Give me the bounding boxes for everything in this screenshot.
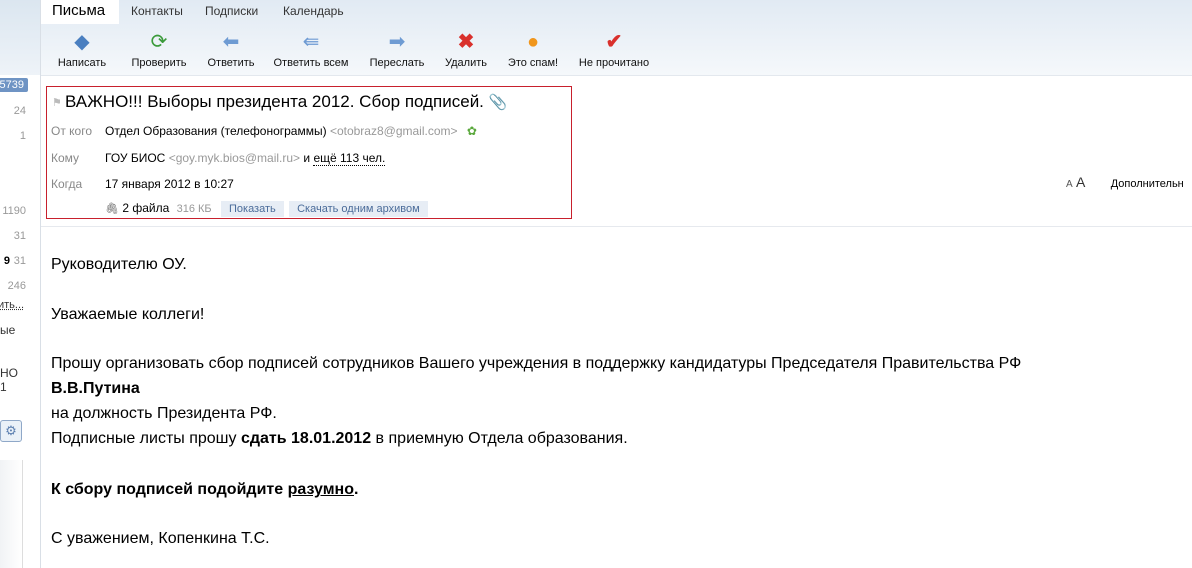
unread-icon: ✔ (605, 31, 623, 53)
body-line: Подписные листы прошу сдать 18.01.2012 в… (51, 430, 628, 447)
folder-count[interactable]: 1 (20, 130, 26, 142)
top-bar: Письма Контакты Подписки Календарь ◆ Нап… (41, 0, 1192, 76)
refresh-icon: ⟳ (150, 31, 168, 53)
spam-icon: ● (526, 31, 540, 53)
delete-icon: ✖ (457, 31, 475, 53)
emphasis-text: разумно (287, 481, 354, 498)
download-archive-button[interactable]: Скачать одним архивом (289, 201, 428, 217)
show-attachments-button[interactable]: Показать (220, 201, 284, 217)
folder-count[interactable]: 24 (14, 105, 26, 117)
compose-button[interactable]: ◆ Написать (53, 30, 111, 69)
spam-button[interactable]: ● Это спам! (503, 30, 563, 69)
folder-count[interactable]: 1190 (2, 205, 26, 217)
body-line: на должность Президента РФ. (51, 405, 277, 422)
message-subject: ВАЖНО!!! Выборы президента 2012. Сбор по… (65, 92, 508, 111)
body-line: Руководителю ОУ. (51, 256, 187, 273)
attachments-row: 🖇 2 файла 316 КБ Показать Скачать одним … (105, 201, 428, 217)
mark-unread-button[interactable]: ✔ Не прочитано (573, 30, 655, 69)
folder-label[interactable]: ые (0, 323, 26, 337)
forward-button[interactable]: ➡ Переслать (365, 30, 429, 69)
sender-email[interactable]: <otobraz8@gmail.com> (330, 124, 458, 138)
body-line: Прошу организовать сбор подписей сотрудн… (51, 355, 1022, 372)
header-divider (41, 226, 1192, 227)
attachments-count[interactable]: 2 файла (122, 201, 169, 215)
flag-icon[interactable]: ⚑ (52, 96, 62, 109)
attachments-size: 316 КБ (176, 203, 212, 215)
folder-count[interactable]: 31 (14, 255, 26, 267)
forward-icon: ➡ (388, 31, 406, 53)
tab-calendar[interactable]: Календарь (283, 0, 344, 22)
signature-line: С уважением, Копенкина Т.С. (51, 530, 270, 547)
reply-icon: ⬅ (222, 31, 240, 53)
sender-name[interactable]: Отдел Образования (телефонограммы) (105, 124, 327, 138)
ad-banner (0, 460, 23, 568)
body-line: К сбору подписей подойдите разумно. (51, 481, 359, 498)
deadline-text: сдать 18.01.2012 (240, 430, 372, 447)
to-label: Кому (51, 151, 80, 165)
reply-button[interactable]: ⬅ Ответить (203, 30, 259, 69)
folder-count[interactable]: 246 (8, 280, 26, 292)
recipient-email[interactable]: <goy.myk.bios@mail.ru> (169, 151, 300, 165)
more-recipients-link[interactable]: ещё 113 чел. (313, 151, 386, 166)
from-label: От кого (51, 124, 93, 138)
reply-all-button[interactable]: ⇚ Ответить всем (269, 30, 353, 69)
compose-icon: ◆ (74, 31, 90, 53)
recipient-name[interactable]: ГОУ БИОС (105, 151, 165, 165)
folder-link[interactable]: ить... (0, 299, 26, 311)
folder-sidebar: 5739 24 1 1190 31 9 31 246 ить... ые НО … (0, 0, 41, 568)
tab-letters[interactable]: Письма (41, 0, 119, 24)
attachment-icon: 📎 (488, 94, 508, 111)
delete-button[interactable]: ✖ Удалить (439, 30, 493, 69)
verified-sender-icon: ✿ (466, 124, 477, 138)
tab-contacts[interactable]: Контакты (131, 0, 183, 22)
settings-icon[interactable]: ⚙ (0, 420, 22, 442)
view-controls: А А Дополнительн (1066, 174, 1184, 190)
body-line: В.В.Путина (51, 380, 140, 397)
sender: Отдел Образования (телефонограммы) <otob… (105, 124, 477, 138)
date-label: Когда (51, 177, 83, 191)
reply-all-icon: ⇚ (302, 31, 320, 53)
folder-label[interactable]: НО 1 (0, 366, 26, 394)
tab-subscriptions[interactable]: Подписки (205, 0, 258, 22)
inbox-count[interactable]: 5739 (0, 78, 28, 92)
check-mail-button[interactable]: ⟳ Проверить (127, 30, 191, 69)
paperclip-icon: 🖇 (105, 203, 119, 215)
body-line: Уважаемые коллеги! (51, 306, 205, 323)
more-actions-link[interactable]: Дополнительн (1111, 178, 1184, 190)
font-larger-button[interactable]: А (1076, 174, 1085, 190)
folder-count[interactable]: 31 (14, 230, 26, 242)
recipients: ГОУ БИОС <goy.myk.bios@mail.ru> и ещё 11… (105, 151, 386, 166)
message-date: 17 января 2012 в 10:27 (105, 177, 234, 191)
font-smaller-button[interactable]: А (1066, 179, 1073, 190)
folder-count[interactable]: 9 (4, 255, 10, 267)
